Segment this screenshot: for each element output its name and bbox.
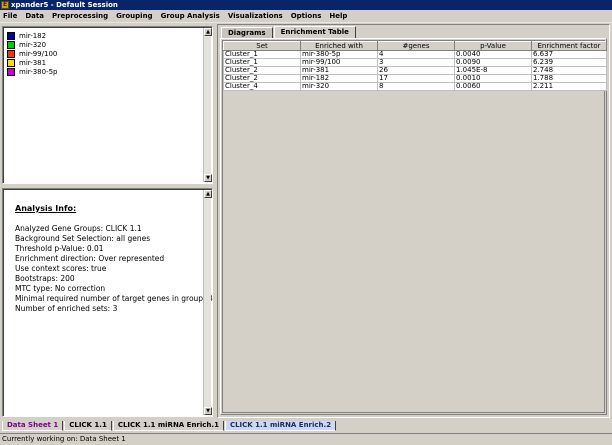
legend-swatch [7,49,15,58]
column-header-set[interactable]: Set [223,41,301,51]
analysis-line: Enrichment direction: Over represented [15,254,165,263]
analysis-info-panel: Analysis Info: Analyzed Gene Groups: CLI… [2,188,213,417]
results-panel: Diagrams Enrichment Table Set Enriched w… [217,24,610,418]
table-cell[interactable]: mir-381 [300,66,378,75]
status-bar: Currently working on: Data Sheet 1 [0,433,612,445]
table-cell[interactable]: Cluster_2 [223,66,301,75]
table-cell[interactable]: 0.0040 [454,50,532,59]
analysis-line: Threshold p-Value: 0.01 [15,244,104,253]
table-cell[interactable]: 1.788 [531,74,607,83]
column-header-genes[interactable]: #genes [377,41,455,51]
analysis-line: Number of enriched sets: 3 [15,304,118,313]
menu-options[interactable]: Options [288,12,327,20]
sheet-tab-click-mirna-enrich-1[interactable]: CLICK 1.1 miRNA Enrich.1 [112,421,224,431]
table-cell[interactable]: Cluster_4 [223,82,301,91]
table-header-row: Set Enriched with #genes p-Value Enrichm… [223,41,607,51]
scroll-up-arrow-icon[interactable]: ▲ [204,190,212,198]
title-bar: E xpander5 - Default Session [0,0,612,10]
menu-file[interactable]: File [0,12,22,20]
tab-enrichment-table[interactable]: Enrichment Table [273,26,356,38]
column-header-enriched-with[interactable]: Enriched with [300,41,378,51]
legend-swatch [7,31,15,40]
legend-swatch [7,58,15,67]
window-title: xpander5 - Default Session [11,1,118,9]
scroll-down-arrow-icon[interactable]: ▼ [204,174,212,182]
menu-visualizations[interactable]: Visualizations [225,12,288,20]
legend-label: mir-381 [19,58,47,67]
legend-item: mir-380-5p [7,67,58,76]
legend-list: mir-182 mir-320 mir-99/100 mir-381 mir-3… [7,31,58,76]
table-row[interactable]: Cluster_4 mir-320 8 0.0060 2.211 [223,82,607,91]
legend-label: mir-182 [19,31,47,40]
analysis-lines: Analyzed Gene Groups: CLICK 1.1 Backgrou… [15,224,213,314]
results-tabs: Diagrams Enrichment Table [221,26,357,38]
legend-panel: mir-182 mir-320 mir-99/100 mir-381 mir-3… [2,26,213,184]
table-cell[interactable]: Cluster_1 [223,50,301,59]
table-cell[interactable]: Cluster_1 [223,58,301,67]
menu-help[interactable]: Help [326,12,352,20]
menu-group-analysis[interactable]: Group Analysis [158,12,225,20]
table-cell[interactable]: 2.211 [531,82,607,91]
legend-item: mir-182 [7,31,58,40]
analysis-title: Analysis Info: [15,204,77,213]
legend-item: mir-320 [7,40,58,49]
menu-data[interactable]: Data [22,12,49,20]
sheet-tab-click-1-1[interactable]: CLICK 1.1 [64,421,112,431]
tab-diagrams[interactable]: Diagrams [221,27,273,38]
legend-swatch [7,40,15,49]
table-cell[interactable]: mir-182 [300,74,378,83]
legend-label: mir-320 [19,40,47,49]
sheet-tabs: Data Sheet 1 CLICK 1.1 CLICK 1.1 miRNA E… [2,421,337,431]
legend-label: mir-380-5p [19,67,58,76]
table-cell[interactable]: 0.0060 [454,82,532,91]
legend-scrollbar[interactable]: ▲ ▼ [203,28,212,182]
table-cell[interactable]: 6.239 [531,58,607,67]
analysis-line: Analyzed Gene Groups: CLICK 1.1 [15,224,142,233]
table-cell[interactable]: 0.0010 [454,74,532,83]
table-cell[interactable]: 26 [377,66,455,75]
table-cell[interactable]: 17 [377,74,455,83]
column-header-p-value[interactable]: p-Value [454,41,532,51]
menu-grouping[interactable]: Grouping [113,12,157,20]
table-cell[interactable]: mir-380-5p [300,50,378,59]
legend-item: mir-381 [7,58,58,67]
table-cell[interactable]: 6.637 [531,50,607,59]
enrichment-table: Set Enriched with #genes p-Value Enrichm… [223,41,607,91]
menu-bar: File Data Preprocessing Grouping Group A… [0,10,612,23]
table-cell[interactable]: 3 [377,58,455,67]
table-cell[interactable]: Cluster_2 [223,74,301,83]
enrichment-table-area: Set Enriched with #genes p-Value Enrichm… [220,38,607,415]
table-cell[interactable]: 1.045E-8 [454,66,532,75]
table-cell[interactable]: mir-320 [300,82,378,91]
scroll-up-arrow-icon[interactable]: ▲ [204,28,212,36]
table-row[interactable]: Cluster_1 mir-99/100 3 0.0090 6.239 [223,58,607,67]
analysis-line: Use context scores: true [15,264,107,273]
sheet-tab-data-sheet-1[interactable]: Data Sheet 1 [2,421,64,431]
table-cell[interactable]: 2.748 [531,66,607,75]
analysis-line: Background Set Selection: all genes [15,234,151,243]
analysis-scrollbar[interactable]: ▲ ▼ [203,190,212,415]
analysis-line: Minimal required number of target genes … [15,294,213,303]
scroll-down-arrow-icon[interactable]: ▼ [204,407,212,415]
analysis-line: MTC type: No correction [15,284,106,293]
table-cell[interactable]: 4 [377,50,455,59]
legend-item: mir-99/100 [7,49,58,58]
legend-label: mir-99/100 [19,49,58,58]
table-cell[interactable]: 8 [377,82,455,91]
table-row[interactable]: Cluster_2 mir-381 26 1.045E-8 2.748 [223,66,607,75]
table-row[interactable]: Cluster_1 mir-380-5p 4 0.0040 6.637 [223,50,607,59]
menu-preprocessing[interactable]: Preprocessing [49,12,113,20]
analysis-line: Bootstraps: 200 [15,274,75,283]
table-cell[interactable]: mir-99/100 [300,58,378,67]
sheet-tab-click-mirna-enrich-2[interactable]: CLICK 1.1 miRNA Enrich.2 [224,421,337,431]
expander-app-icon: E [1,1,9,9]
table-row[interactable]: Cluster_2 mir-182 17 0.0010 1.788 [223,74,607,83]
column-header-enrichment-factor[interactable]: Enrichment factor [531,41,607,51]
enrichment-table-viewport: Set Enriched with #genes p-Value Enrichm… [222,40,607,413]
legend-swatch [7,67,15,76]
table-cell[interactable]: 0.0090 [454,58,532,67]
